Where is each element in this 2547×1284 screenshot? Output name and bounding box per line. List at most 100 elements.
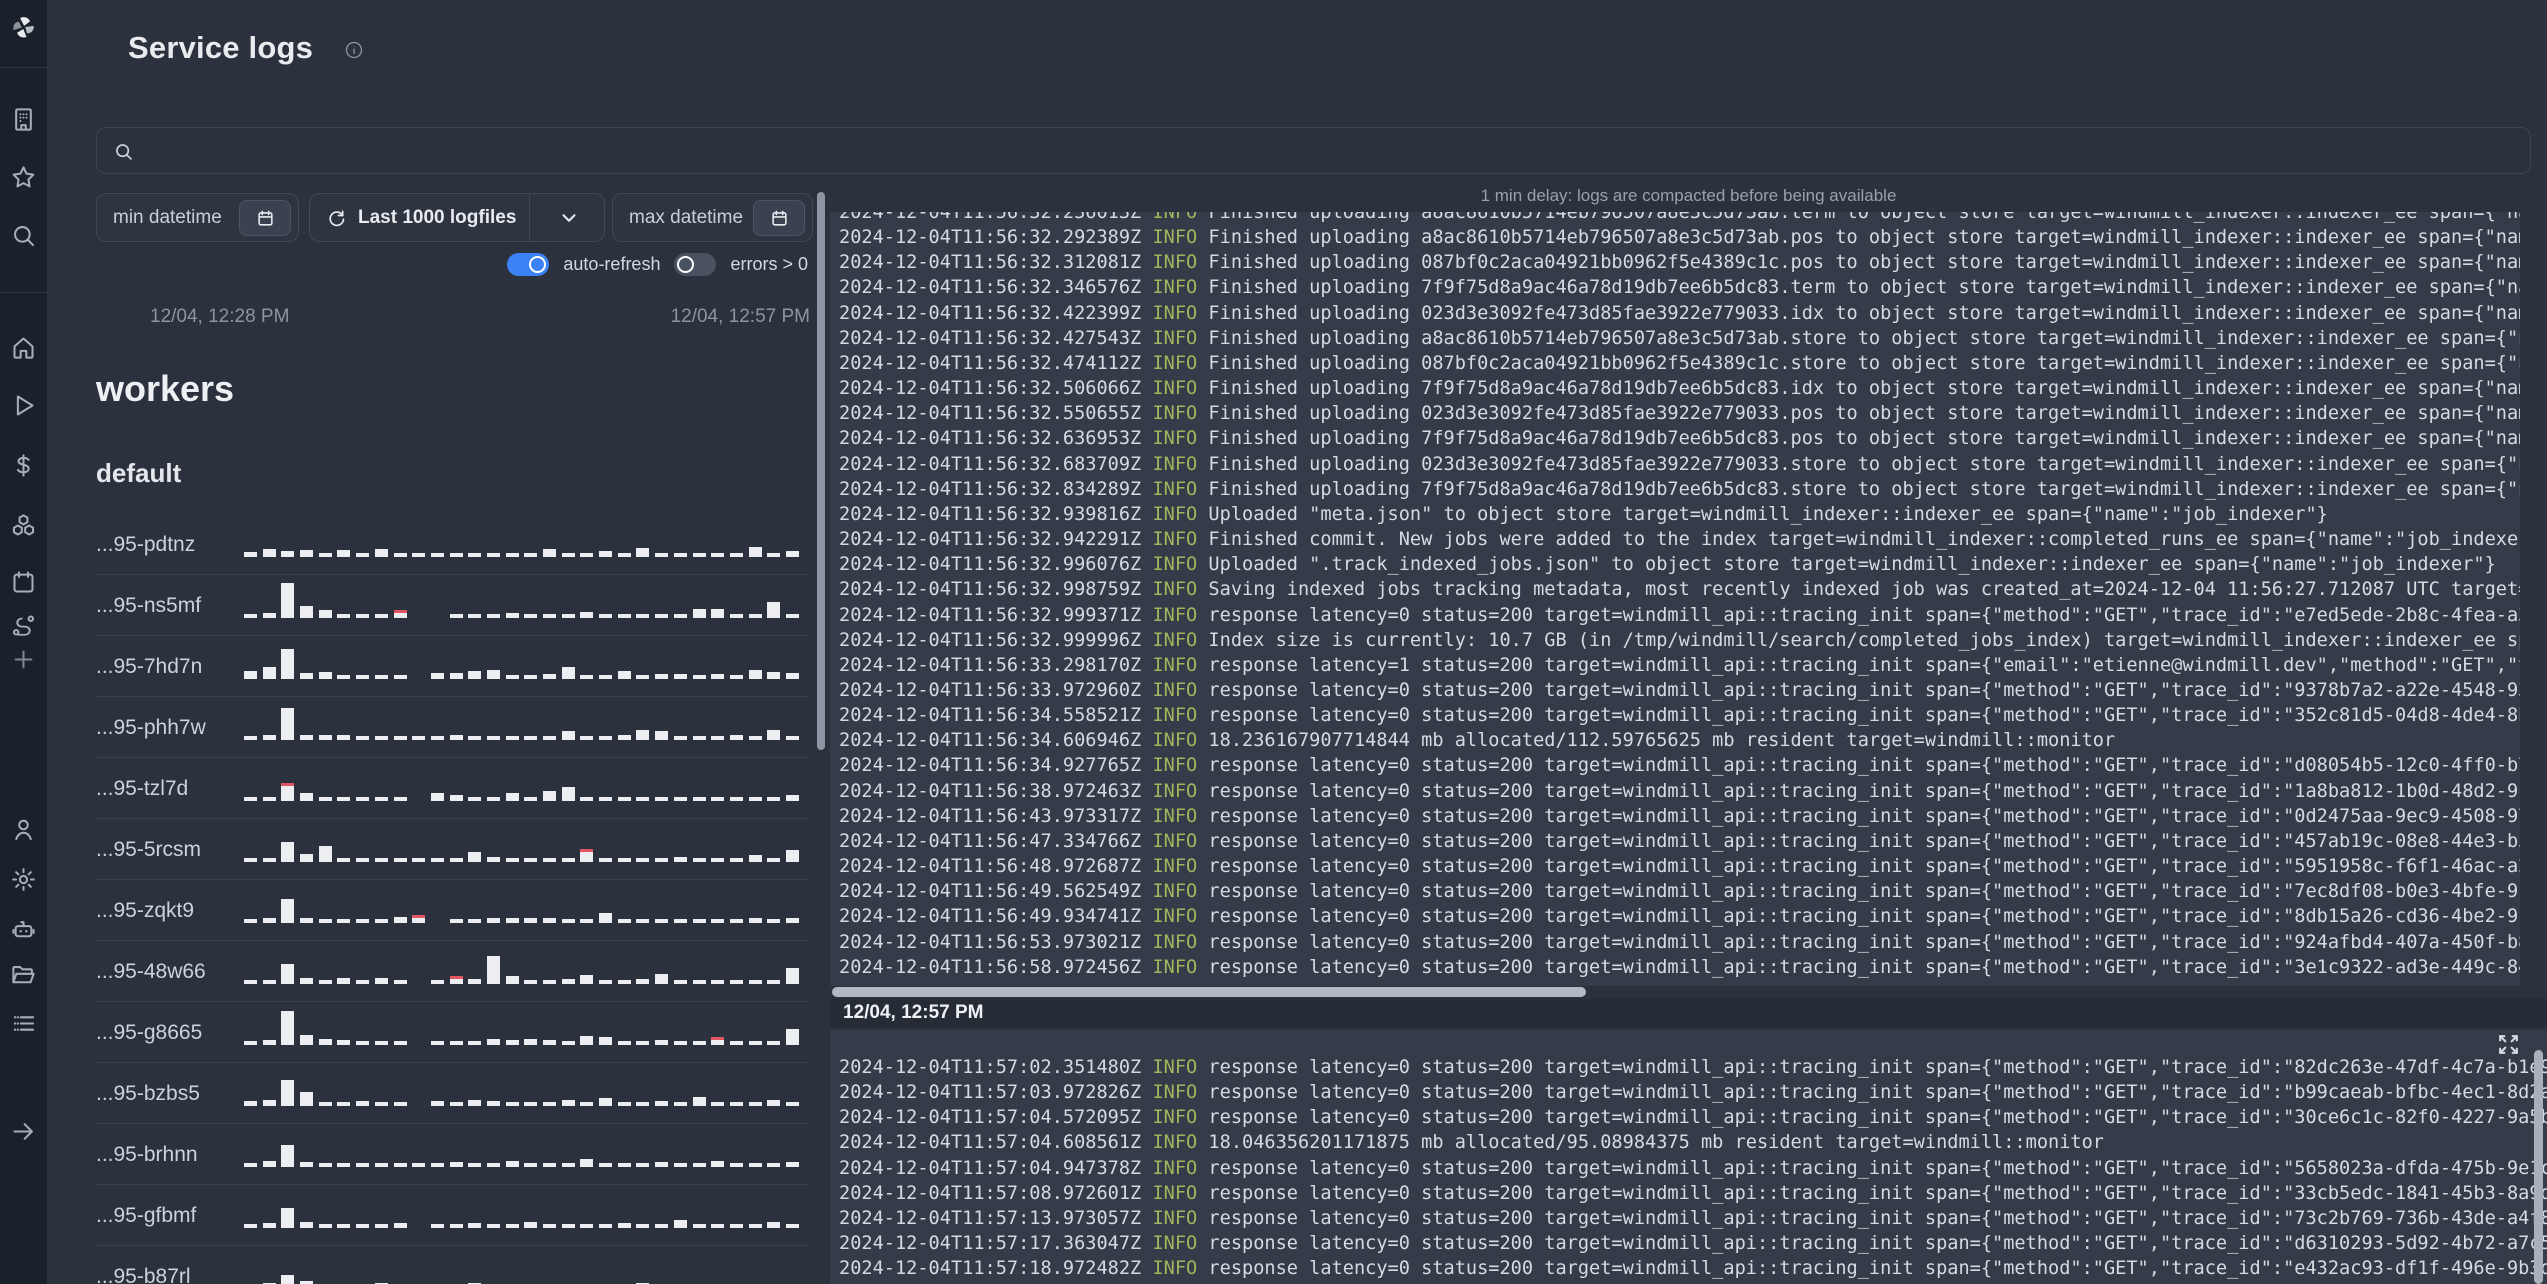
log-message: Index size is currently: 10.7 GB (in /tm… — [1208, 629, 2520, 651]
activity-bar — [599, 1163, 613, 1167]
log-horizontal-scrollbar[interactable] — [832, 987, 1586, 997]
activity-bar — [449, 858, 463, 862]
worker-activity-chart[interactable] — [244, 582, 799, 618]
activity-bar — [748, 1163, 762, 1167]
log-level: INFO — [1152, 1082, 1198, 1104]
activity-bar — [244, 980, 257, 984]
log-line: 2024-12-04T11:56:33.972960Z INFO respons… — [839, 678, 2520, 703]
log-line: 2024-12-04T11:56:34.558521Z INFO respons… — [839, 703, 2520, 728]
chevron-down-icon[interactable] — [558, 207, 580, 229]
worker-activity-chart[interactable] — [244, 887, 799, 923]
worker-name: ...95-pdtnz — [96, 533, 196, 556]
worker-activity-chart[interactable] — [244, 826, 799, 862]
worker-row[interactable]: ...95-ns5mf — [96, 575, 808, 636]
worker-activity-chart[interactable] — [244, 1009, 799, 1045]
route-icon[interactable] — [10, 612, 37, 639]
home-icon[interactable] — [10, 334, 37, 361]
activity-bar — [617, 614, 631, 618]
logfiles-range-label: Last 1000 logfiles — [358, 206, 517, 228]
worker-row[interactable]: ...95-48w66 — [96, 941, 808, 1002]
activity-bar — [617, 553, 631, 557]
min-datetime-input[interactable]: min datetime — [96, 193, 299, 242]
log-level: INFO — [1152, 403, 1198, 425]
logfiles-range-select[interactable]: Last 1000 logfiles — [309, 193, 605, 242]
log-message: response latency=1 status=200 target=win… — [1208, 654, 2520, 676]
worker-row[interactable]: ...95-phh7w — [96, 697, 808, 758]
log-vertical-scrollbar[interactable] — [2534, 1050, 2543, 1284]
activity-bar — [318, 1102, 332, 1106]
activity-bar — [262, 735, 276, 740]
log-level: INFO — [1152, 529, 1198, 551]
info-icon[interactable] — [344, 40, 364, 60]
worker-activity-chart[interactable] — [244, 1192, 799, 1228]
person-icon[interactable] — [10, 816, 37, 843]
worker-row[interactable]: ...95-b87rl — [96, 1246, 808, 1284]
worker-activity-chart[interactable] — [244, 1070, 799, 1106]
robot-icon[interactable] — [10, 916, 37, 943]
calendar-icon[interactable] — [10, 569, 37, 596]
worker-row[interactable]: ...95-5rcsm — [96, 819, 808, 880]
plus-icon[interactable] — [10, 646, 37, 673]
activity-bar — [412, 858, 426, 862]
play-icon[interactable] — [10, 392, 37, 419]
worker-row[interactable]: ...95-7hd7n — [96, 636, 808, 697]
sidebar-divider — [0, 67, 47, 68]
worker-row[interactable]: ...95-bzbs5 — [96, 1063, 808, 1124]
worker-row[interactable]: ...95-pdtnz — [96, 514, 808, 575]
activity-bar — [599, 736, 613, 740]
log-timestamp: 2024-12-04T11:56:53.973021Z — [839, 931, 1153, 953]
activity-bar — [655, 674, 669, 679]
activity-bar — [300, 1162, 314, 1167]
activity-bar — [748, 855, 762, 862]
worker-row[interactable]: ...95-g8665 — [96, 1002, 808, 1063]
search-icon[interactable] — [10, 222, 37, 249]
auto-refresh-label: auto-refresh — [563, 253, 661, 274]
worker-activity-chart[interactable] — [244, 521, 799, 557]
log-message: Finished uploading 023d3e3092fe473d85fae… — [1208, 403, 2520, 425]
worker-row[interactable]: ...95-zqkt9 — [96, 880, 808, 941]
search-input[interactable] — [96, 127, 2531, 174]
activity-bar — [767, 553, 781, 557]
log-timestamp: 2024-12-04T11:56:34.606946Z — [839, 730, 1153, 752]
errors-filter-toggle[interactable] — [674, 252, 717, 276]
workers-scrollbar[interactable] — [817, 192, 825, 750]
star-icon[interactable] — [10, 164, 37, 191]
arrow-right-icon[interactable] — [10, 1118, 37, 1145]
max-datetime-input[interactable]: max datetime — [612, 193, 813, 242]
dollar-icon[interactable] — [10, 452, 37, 479]
worker-activity-chart[interactable] — [244, 1253, 799, 1284]
building-icon[interactable] — [10, 106, 37, 133]
worker-activity-chart[interactable] — [244, 948, 799, 984]
activity-bar — [244, 797, 257, 801]
expand-icon[interactable] — [2496, 1032, 2521, 1057]
worker-row[interactable]: ...95-tzl7d — [96, 758, 808, 819]
log-message: Finished uploading 087bf0c2aca04921bb096… — [1208, 352, 2520, 374]
worker-activity-chart[interactable] — [244, 1131, 799, 1167]
folder-icon[interactable] — [10, 962, 37, 989]
activity-bar — [430, 1101, 444, 1106]
log-timestamp: 2024-12-04T11:57:17.363047Z — [839, 1233, 1153, 1255]
worker-activity-chart[interactable] — [244, 765, 799, 801]
log-message: response latency=0 status=200 target=win… — [1208, 931, 2520, 953]
activity-bar — [430, 1163, 444, 1167]
min-datetime-calendar-button[interactable] — [239, 200, 291, 236]
list-icon[interactable] — [10, 1010, 37, 1037]
activity-bar — [337, 858, 351, 862]
range-start-time: 12/04, 12:28 PM — [150, 306, 290, 327]
windmill-logo[interactable] — [10, 14, 37, 41]
activity-bar — [543, 549, 556, 557]
worker-row[interactable]: ...95-gfbmf — [96, 1185, 808, 1246]
worker-activity-chart[interactable] — [244, 643, 799, 679]
log-line: 2024-12-04T11:57:08.972601Z INFO respons… — [839, 1181, 2547, 1206]
activity-bar — [300, 1222, 314, 1228]
activity-bar — [767, 797, 781, 801]
gear-icon[interactable] — [10, 866, 37, 893]
activity-bar — [711, 1224, 725, 1228]
auto-refresh-toggle[interactable] — [507, 252, 550, 276]
worker-activity-chart[interactable] — [244, 704, 799, 740]
worker-row[interactable]: ...95-brhnn — [96, 1124, 808, 1185]
activity-bar — [244, 671, 257, 679]
cubes-icon[interactable] — [10, 512, 37, 539]
max-datetime-calendar-button[interactable] — [753, 200, 805, 236]
activity-bar — [599, 1098, 613, 1106]
